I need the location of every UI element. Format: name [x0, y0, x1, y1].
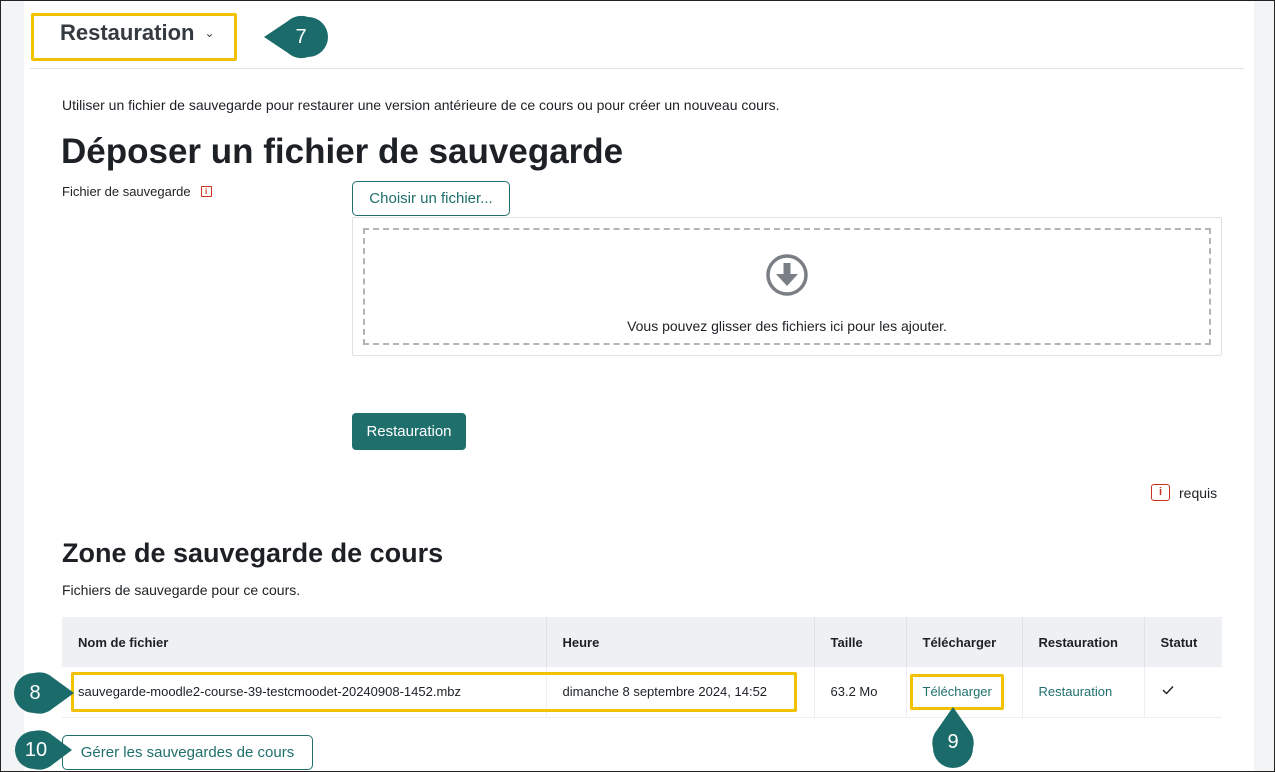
backup-file-label-text: Fichier de sauvegarde	[62, 184, 191, 199]
size-cell: 63.2 Mo	[814, 667, 907, 718]
page-menu-dropdown[interactable]: Restauration ⌄	[60, 20, 215, 46]
callout-9-number: 9	[947, 730, 959, 753]
left-gutter	[1, 1, 24, 771]
download-cell: Télécharger	[906, 667, 1023, 718]
backup-zone-subtitle: Fichiers de sauvegarde pour ce cours.	[62, 582, 301, 598]
time-cell: dimanche 8 septembre 2024, 14:52	[546, 667, 815, 718]
restore-link[interactable]: Restauration	[1039, 684, 1113, 699]
check-icon	[1162, 686, 1174, 695]
header-divider	[30, 68, 1244, 69]
callout-8-number: 8	[29, 681, 41, 704]
page-menu-title: Restauration	[60, 20, 195, 45]
backup-file-label: Fichier de sauvegarde i	[62, 184, 212, 199]
col-header-filename: Nom de fichier	[62, 617, 547, 667]
status-cell	[1144, 667, 1222, 718]
required-legend-text: requis	[1179, 484, 1218, 501]
backup-zone-heading: Zone de sauvegarde de cours	[62, 538, 444, 568]
restore-cell: Restauration	[1022, 667, 1145, 718]
manage-backups-button[interactable]: Gérer les sauvegardes de cours	[62, 735, 313, 770]
download-arrow-icon	[766, 254, 808, 296]
required-icon: i	[1151, 484, 1170, 501]
col-header-restore: Restauration	[1022, 617, 1145, 667]
chevron-down-icon: ⌄	[204, 26, 215, 40]
backup-files-table: Nom de fichier Heure Taille Télécharger …	[62, 617, 1222, 718]
callout-7-number: 7	[295, 25, 307, 48]
col-header-download: Télécharger	[906, 617, 1023, 667]
callout-10-number: 10	[24, 738, 48, 761]
intro-text: Utiliser un fichier de sauvegarde pour r…	[62, 97, 780, 113]
required-legend: i requis	[1151, 484, 1217, 501]
col-header-time: Heure	[546, 617, 815, 667]
col-header-status: Statut	[1144, 617, 1222, 667]
right-gutter	[1254, 1, 1274, 771]
required-icon: i	[200, 186, 212, 197]
deposit-heading: Déposer un fichier de sauvegarde	[61, 132, 624, 171]
filename-cell: sauvegarde-moodle2-course-39-testcmoodet…	[62, 667, 547, 718]
choose-file-button[interactable]: Choisir un fichier...	[352, 181, 510, 216]
download-link[interactable]: Télécharger	[923, 684, 992, 699]
restore-button[interactable]: Restauration	[352, 413, 466, 450]
col-header-size: Taille	[814, 617, 907, 667]
table-row: sauvegarde-moodle2-course-39-testcmoodet…	[62, 667, 1222, 718]
table-header-row: Nom de fichier Heure Taille Télécharger …	[62, 617, 1222, 667]
dropzone-text: Vous pouvez glisser des fichiers ici pou…	[627, 318, 947, 334]
